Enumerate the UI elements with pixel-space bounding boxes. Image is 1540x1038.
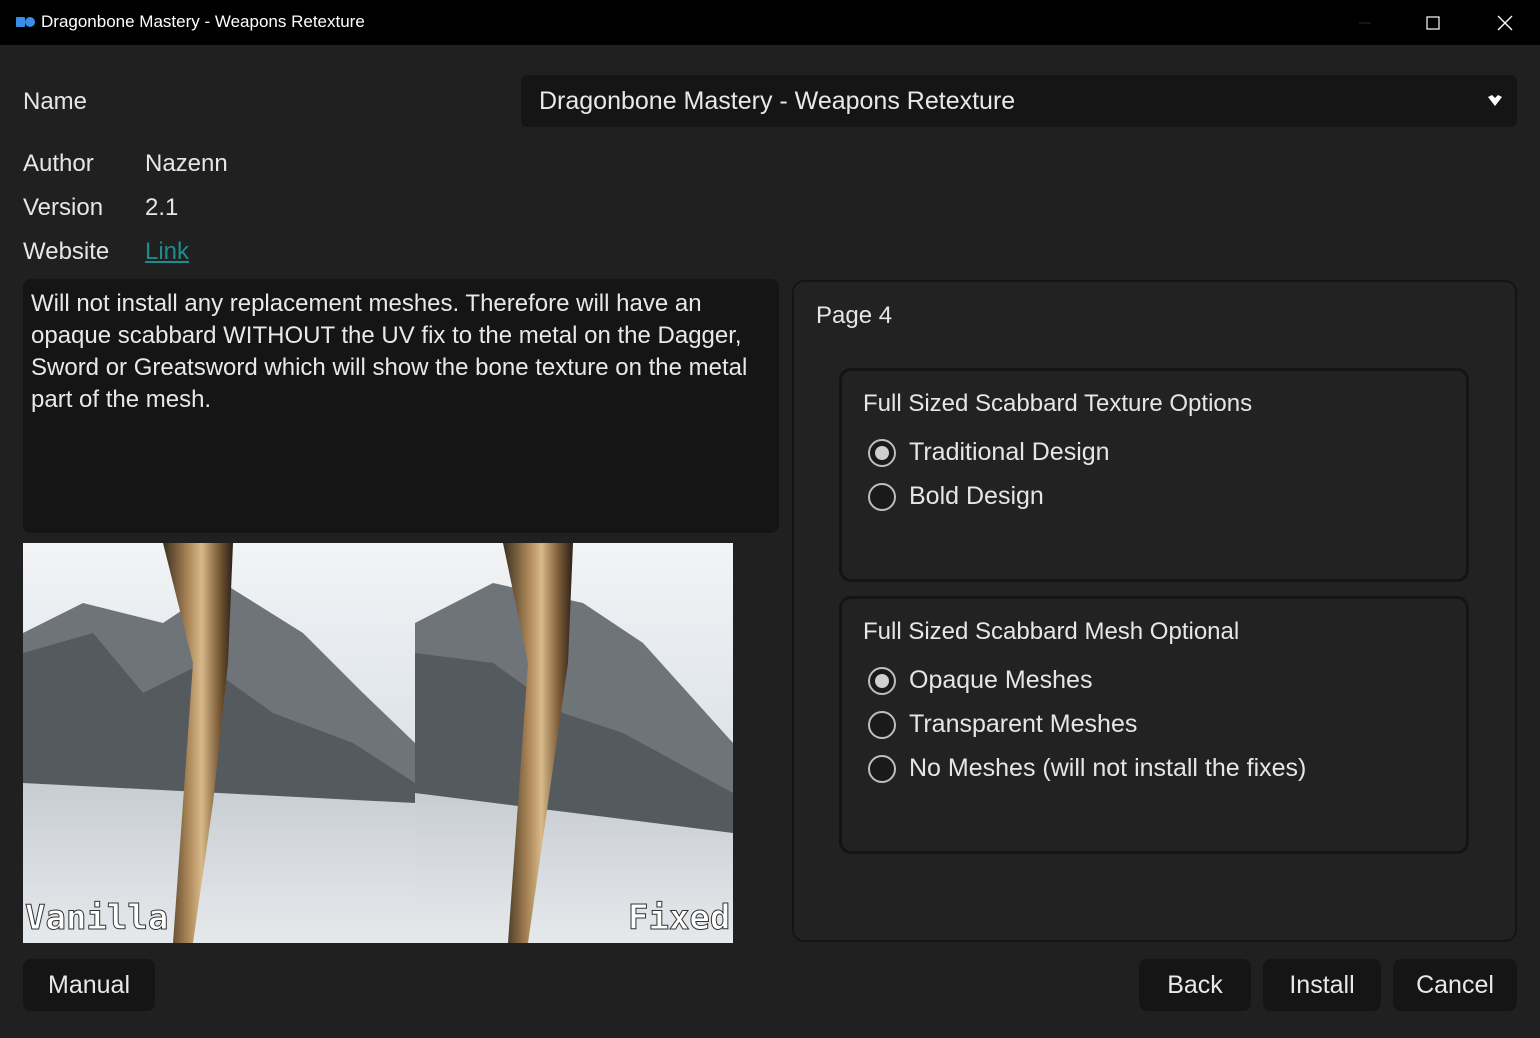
maximize-icon <box>1426 15 1440 30</box>
radio-button[interactable] <box>868 666 896 695</box>
preview-illustration: Vanilla Fixed <box>23 543 733 943</box>
minimize-icon <box>1359 22 1371 23</box>
radio-option-no-meshes[interactable]: No Meshes (will not install the fixes) <box>868 754 1306 783</box>
chevron-down-icon <box>1488 95 1502 106</box>
radio-label: No Meshes (will not install the fixes) <box>909 754 1307 782</box>
close-icon <box>1497 15 1513 30</box>
preview-image: Vanilla Fixed <box>23 543 733 943</box>
radio-label: Bold Design <box>909 482 1044 510</box>
author-label: Author <box>23 150 94 177</box>
manual-button[interactable]: Manual <box>23 959 155 1011</box>
radio-button[interactable] <box>868 754 896 783</box>
radio-option-traditional-design[interactable]: Traditional Design <box>868 438 1110 467</box>
page-title: Page 4 <box>816 302 893 329</box>
maximize-button[interactable] <box>1398 0 1468 45</box>
back-button[interactable]: Back <box>1139 959 1251 1011</box>
radio-label: Opaque Meshes <box>909 666 1093 694</box>
title-bar[interactable]: Dragonbone Mastery - Weapons Retexture <box>0 0 1540 45</box>
preview-caption-vanilla: Vanilla <box>25 898 168 938</box>
radio-option-bold-design[interactable]: Bold Design <box>868 482 1044 511</box>
version-label: Version <box>23 194 104 221</box>
name-label: Name <box>23 88 88 115</box>
radio-label: Transparent Meshes <box>909 710 1138 738</box>
radio-option-opaque-meshes[interactable]: Opaque Meshes <box>868 666 1092 695</box>
description-box[interactable]: Will not install any replacement meshes.… <box>23 279 779 533</box>
cancel-button[interactable]: Cancel <box>1393 959 1517 1011</box>
window-title: Dragonbone Mastery - Weapons Retexture <box>41 12 365 31</box>
minimize-button[interactable] <box>1330 0 1400 45</box>
install-button[interactable]: Install <box>1263 959 1381 1011</box>
website-link[interactable]: Link <box>145 238 189 266</box>
app-logo-icon <box>16 17 35 27</box>
radio-button[interactable] <box>868 438 896 467</box>
preview-caption-fixed: Fixed <box>628 898 730 938</box>
radio-button[interactable] <box>868 482 896 511</box>
installer-window: Dragonbone Mastery - Weapons Retexture N… <box>0 0 1540 1038</box>
radio-label: Traditional Design <box>909 438 1110 466</box>
radio-button[interactable] <box>868 710 896 739</box>
close-button[interactable] <box>1470 0 1540 45</box>
texture-options-title: Full Sized Scabbard Texture Options <box>863 390 1253 417</box>
website-label: Website <box>23 238 110 265</box>
name-dropdown[interactable]: Dragonbone Mastery - Weapons Retexture <box>521 75 1517 127</box>
version-value: 2.1 <box>145 194 179 221</box>
radio-option-transparent-meshes[interactable]: Transparent Meshes <box>868 710 1137 739</box>
mesh-options-title: Full Sized Scabbard Mesh Optional <box>863 618 1240 645</box>
author-value: Nazenn <box>145 150 228 177</box>
name-dropdown-value: Dragonbone Mastery - Weapons Retexture <box>539 87 1016 115</box>
